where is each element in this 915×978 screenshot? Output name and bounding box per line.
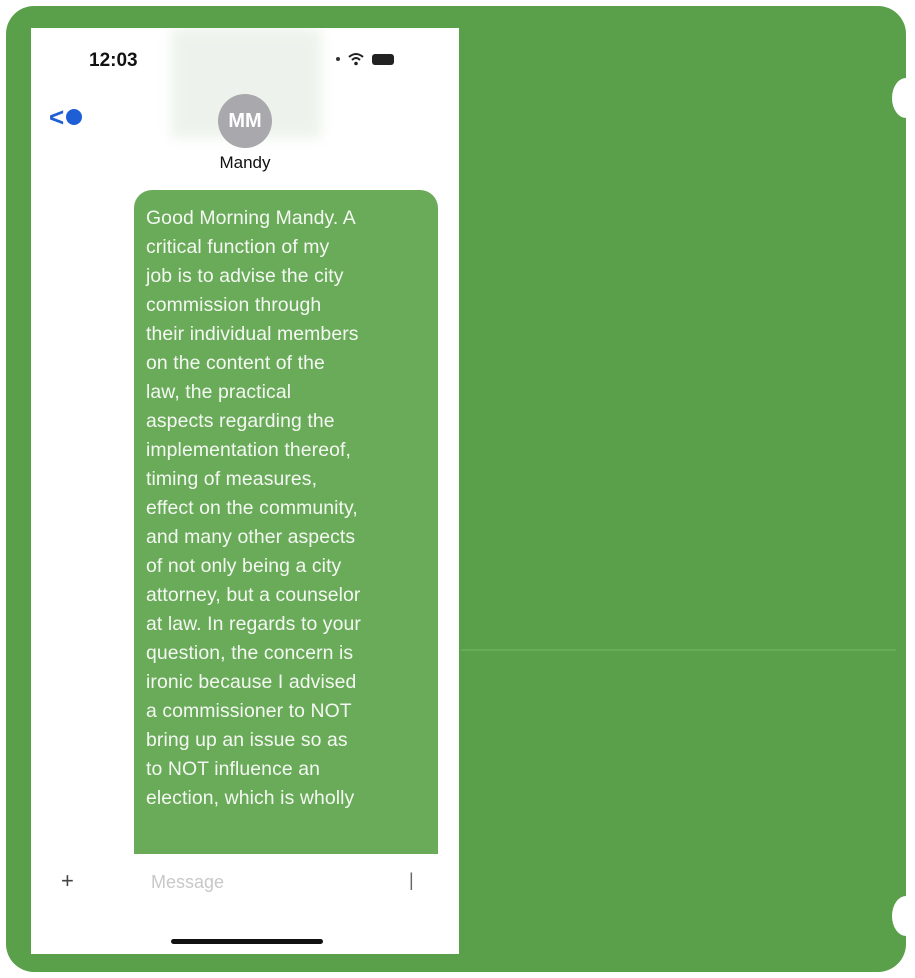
message-line: attorney, but a counselor [146,584,361,606]
message-line: effect on the community, [146,497,358,519]
battery-icon [372,53,394,65]
message-line: ironic because I advised [146,671,357,693]
home-indicator[interactable] [171,939,323,944]
phone-screenshot: 12:03 < MM Mandy Good Morning Mandy. A c… [31,28,459,954]
message-line: question, the concern is [146,642,354,664]
status-icons [336,52,394,66]
notch-bottom-right [892,896,915,936]
message-line: a commissioner to NOT [146,700,352,722]
fold-line [461,649,896,651]
message-line: at law. In regards to your [146,613,361,635]
message-input[interactable]: Message [151,872,224,893]
back-button[interactable]: < [49,102,83,132]
message-line: aspects regarding the [146,410,335,432]
microphone-icon[interactable]: | [409,870,414,891]
message-input-row: + Message | [31,864,459,904]
signal-icon [336,57,340,61]
message-line: election, which is wholly [146,787,355,809]
message-text: Good Morning Mandy. A critical function … [134,190,438,813]
contact-name[interactable]: Mandy [203,153,287,173]
message-line: job is to advise the city [146,265,344,287]
message-line: critical function of my [146,236,330,258]
message-line: of not only being a city [146,555,342,577]
message-line: bring up an issue so as [146,729,348,751]
message-line: on the content of the [146,352,325,374]
message-line: Good Morning Mandy. A [146,207,356,229]
message-line: to NOT influence an [146,758,321,780]
message-line: law, the practical [146,381,292,403]
message-line: their individual members [146,323,359,345]
unread-badge [66,109,83,125]
message-bubble: Good Morning Mandy. A critical function … [134,190,438,854]
plus-icon[interactable]: + [61,868,74,894]
chevron-left-icon: < [49,102,65,132]
message-line: timing of measures, [146,468,318,490]
message-line: and many other aspects [146,526,356,548]
status-time: 12:03 [89,50,138,71]
message-line: commission through [146,294,322,316]
message-line: implementation thereof, [146,439,351,461]
contact-avatar[interactable]: MM [218,94,272,148]
wifi-icon [348,53,364,66]
notch-top-right [892,78,915,118]
